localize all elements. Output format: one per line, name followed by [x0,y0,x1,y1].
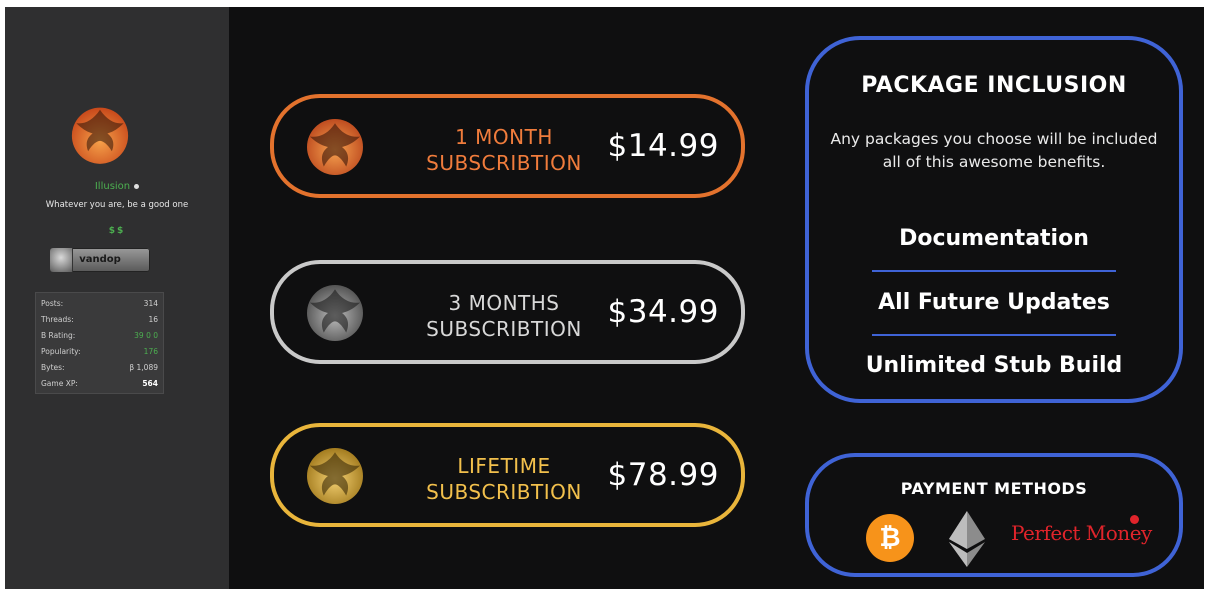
ethereum-icon [949,511,985,567]
stat-value: 16 [148,315,158,324]
plan-name-line1: LIFETIME [457,454,551,478]
userbar-avatar-icon [50,248,73,272]
stat-label: Posts: [41,299,64,308]
plan-name: 3 MONTHS SUBSCRIBTION [404,290,604,342]
reputation-mark: $$ [108,226,126,236]
stat-value: β 1,089 [129,363,158,372]
plan-name: 1 MONTH SUBSCRIBTION [404,124,604,176]
payment-methods-box: PAYMENT METHODS ₿ Perfect Money [805,453,1183,577]
plan-name-line1: 3 MONTHS [448,291,560,315]
stat-value: 314 [143,299,158,308]
plan-name-line2: SUBSCRIBTION [426,151,582,175]
stat-label: Popularity: [41,347,81,356]
stat-row: Threads: 16 [41,312,158,328]
benefit-item: Documentation [899,226,1089,251]
stat-row: Game XP: 564 [41,376,158,392]
plan-card-1-month[interactable]: 1 MONTH SUBSCRIBTION $14.99 [270,94,745,198]
stat-label: Threads: [41,315,74,324]
user-title: Whatever you are, be a good one [45,200,189,210]
stat-label: Bytes: [41,363,65,372]
divider [872,270,1116,272]
plan-price: $34.99 [607,294,719,330]
userbar-image: vandop [50,248,150,272]
phoenix-icon [307,448,363,504]
stat-value[interactable]: 176 [144,344,158,360]
stat-row: Bytes: β 1,089 [41,360,158,376]
plan-card-lifetime[interactable]: LIFETIME SUBSCRIBTION $78.99 [270,423,745,527]
stat-label: B Rating: [41,331,76,340]
stat-value: 564 [142,379,158,388]
plan-name: LIFETIME SUBSCRIBTION [404,453,604,505]
stat-row: B Rating: 39 0 0 [41,328,158,344]
benefit-item: Unlimited Stub Build [865,353,1123,378]
stat-row: Popularity: 176 [41,344,158,360]
plan-name-line1: 1 MONTH [455,125,553,149]
plan-price: $78.99 [607,457,719,493]
username[interactable]: Illusion [5,181,229,192]
divider [872,334,1116,336]
user-stats-panel: Posts: 314 Threads: 16 B Rating: 39 0 0 Pop… [35,292,164,394]
plan-price: $14.99 [607,128,719,164]
phoenix-avatar-icon[interactable] [63,95,137,169]
phoenix-icon [307,119,363,175]
plan-name-line2: SUBSCRIBTION [426,317,582,341]
userbar-text: vandop [79,254,121,265]
plan-card-3-months[interactable]: 3 MONTHS SUBSCRIBTION $34.99 [270,260,745,364]
user-profile-sidebar: Illusion Whatever you are, be a good one… [5,7,229,589]
stat-value[interactable]: 39 0 0 [134,328,158,344]
stat-row: Posts: 314 [41,296,158,312]
perfect-money-dot-icon [1130,515,1139,524]
inclusion-title: PACKAGE INCLUSION [861,73,1127,98]
payment-title: PAYMENT METHODS [900,479,1088,498]
perfect-money-logo: Perfect Money [1011,521,1152,545]
stat-label: Game XP: [41,379,78,388]
inclusion-description: Any packages you choose will be included… [830,130,1158,171]
phoenix-icon [307,285,363,341]
benefit-item: All Future Updates [878,290,1110,315]
bitcoin-icon: ₿ [866,514,914,562]
plan-name-line2: SUBSCRIBTION [426,480,582,504]
forum-post-frame: Illusion Whatever you are, be a good one… [5,7,1204,589]
package-inclusion-box: PACKAGE INCLUSION Any packages you choos… [805,36,1183,403]
online-status-dot [134,183,140,189]
